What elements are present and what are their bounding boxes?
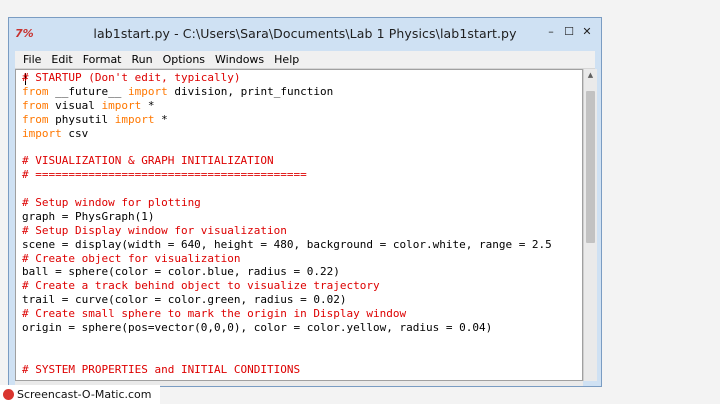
menu-bar: File Edit Format Run Options Windows Help — [15, 51, 595, 69]
code-line[interactable]: # VISUALIZATION & GRAPH INITIALIZATION — [22, 154, 552, 168]
code-comment: # Setup window for plotting — [22, 196, 201, 210]
code-line[interactable]: trail = curve(color = color.green, radiu… — [22, 293, 552, 307]
code-text[interactable]: # STARTUP (Don't edit, typically) from __… — [22, 71, 552, 377]
code-token: trail = curve(color = color.green, radiu… — [22, 293, 347, 307]
code-line[interactable] — [22, 349, 552, 363]
screencast-logo-icon — [3, 389, 14, 400]
code-editor[interactable]: # STARTUP (Don't edit, typically) from __… — [15, 69, 583, 381]
minimize-icon[interactable]: – — [543, 25, 559, 39]
code-comment: # ======================================… — [22, 168, 307, 182]
menu-options[interactable]: Options — [158, 51, 210, 68]
code-comment: # Create small sphere to mark the origin… — [22, 307, 407, 321]
code-token: physutil — [48, 112, 115, 126]
code-comment: # Create object for visualization — [22, 251, 241, 265]
code-token: graph = PhysGraph(1) — [22, 209, 155, 223]
code-line[interactable]: scene = display(width = 640, height = 48… — [22, 238, 552, 252]
scroll-up-icon[interactable]: ▲ — [584, 69, 597, 81]
code-comment: # Create a track behind object to visual… — [22, 279, 380, 293]
code-line[interactable] — [22, 140, 552, 154]
code-token: csv — [61, 126, 89, 140]
code-keyword: from — [22, 84, 49, 98]
code-keyword: import — [101, 98, 142, 112]
code-comment: # SYSTEM PROPERTIES and INITIAL CONDITIO… — [22, 362, 301, 376]
code-keyword: from — [22, 98, 49, 112]
code-line[interactable]: from __future__ import division, print_f… — [22, 85, 552, 99]
code-line[interactable]: graph = PhysGraph(1) — [22, 210, 552, 224]
code-line[interactable] — [22, 335, 552, 349]
close-icon[interactable]: ✕ — [579, 25, 595, 39]
code-line[interactable]: # SYSTEM PROPERTIES and INITIAL CONDITIO… — [22, 363, 552, 377]
code-keyword: import — [127, 84, 168, 98]
code-line[interactable]: # Setup Display window for visualization — [22, 224, 552, 238]
watermark-text: Screencast-O-Matic.com — [17, 388, 152, 401]
code-keyword: import — [114, 112, 155, 126]
code-keyword: from — [22, 112, 49, 126]
vertical-scrollbar[interactable]: ▲ — [583, 69, 597, 381]
menu-edit[interactable]: Edit — [46, 51, 77, 68]
title-bar[interactable]: 7% lab1start.py - C:\Users\Sara\Document… — [9, 18, 601, 50]
code-line[interactable]: ball = sphere(color = color.blue, radius… — [22, 265, 552, 279]
code-keyword: import — [22, 126, 62, 140]
code-token: division, print_function — [167, 84, 334, 98]
code-line[interactable]: origin = sphere(pos=vector(0,0,0), color… — [22, 321, 552, 335]
code-line[interactable]: # Create object for visualization — [22, 252, 552, 266]
code-line[interactable]: # ======================================… — [22, 168, 552, 182]
menu-help[interactable]: Help — [269, 51, 304, 68]
code-line[interactable]: # Create small sphere to mark the origin… — [22, 307, 552, 321]
menu-run[interactable]: Run — [127, 51, 158, 68]
maximize-icon[interactable]: ☐ — [561, 25, 577, 39]
menu-windows[interactable]: Windows — [210, 51, 269, 68]
code-token: visual — [48, 98, 102, 112]
code-token: scene = display(width = 640, height = 48… — [22, 237, 552, 251]
code-comment: # VISUALIZATION & GRAPH INITIALIZATION — [22, 154, 274, 168]
code-token: __future__ — [48, 84, 128, 98]
code-line[interactable]: import csv — [22, 127, 552, 141]
code-line[interactable]: from visual import * — [22, 99, 552, 113]
code-line[interactable]: # Setup window for plotting — [22, 196, 552, 210]
code-line[interactable]: # Create a track behind object to visual… — [22, 279, 552, 293]
code-comment: # Setup Display window for visualization — [22, 223, 287, 237]
code-token: * — [154, 112, 168, 126]
menu-file[interactable]: File — [15, 51, 46, 68]
window-title: lab1start.py - C:\Users\Sara\Documents\L… — [93, 26, 517, 41]
code-token: origin = sphere(pos=vector(0,0,0), color… — [22, 321, 493, 335]
menu-format[interactable]: Format — [78, 51, 127, 68]
code-token: ball = sphere(color = color.blue, radius… — [22, 265, 340, 279]
code-line[interactable]: from physutil import * — [22, 113, 552, 127]
code-line[interactable]: # STARTUP (Don't edit, typically) — [22, 71, 552, 85]
scrollbar-thumb[interactable] — [586, 91, 595, 243]
code-comment: # STARTUP (Don't edit, typically) — [22, 71, 241, 84]
code-line[interactable] — [22, 182, 552, 196]
code-token: * — [141, 98, 155, 112]
screencast-watermark: Screencast-O-Matic.com — [0, 385, 160, 404]
idle-editor-window: 7% lab1start.py - C:\Users\Sara\Document… — [8, 17, 602, 387]
